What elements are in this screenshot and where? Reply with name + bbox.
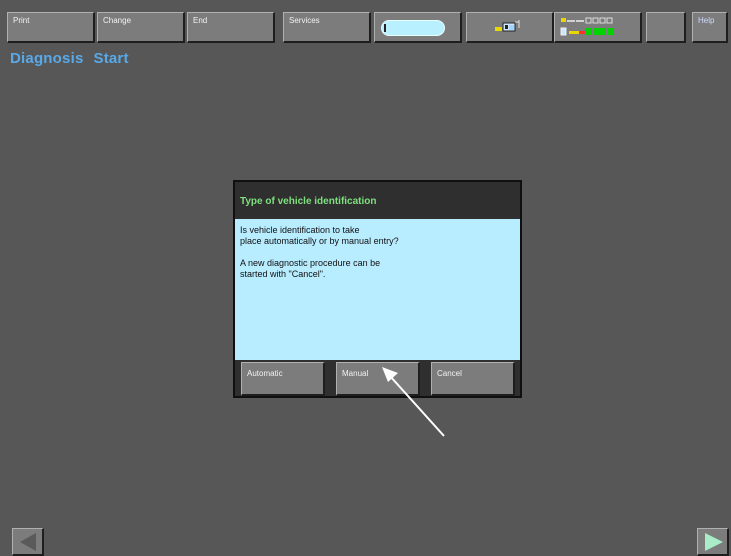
title-diagnosis: Diagnosis [10, 50, 84, 67]
connection-status-icon [495, 20, 520, 32]
print-button[interactable]: Print [7, 12, 95, 43]
connection-status [466, 12, 554, 43]
forward-button[interactable] [697, 528, 729, 556]
message-line-2: place automatically or by manual entry? [240, 236, 399, 246]
services-button[interactable]: Services [283, 12, 371, 43]
manual-button[interactable]: Manual [336, 362, 420, 396]
slot-indicator [374, 12, 462, 43]
vehicle-identification-dialog: Type of vehicle identification Is vehicl… [233, 180, 522, 398]
end-button[interactable]: End [187, 12, 275, 43]
page-title: Diagnosis Start [10, 50, 139, 67]
change-button[interactable]: Change [97, 12, 185, 43]
message-line-4: started with "Cancel". [240, 269, 326, 279]
dialog-message: Is vehicle identification to take place … [235, 219, 520, 360]
dialog-title: Type of vehicle identification [240, 196, 377, 207]
help-button[interactable]: Help [692, 12, 728, 43]
forward-arrow-icon [705, 533, 723, 551]
slot-indicator-icon [381, 20, 445, 36]
blank-button[interactable] [646, 12, 686, 43]
battery-status [554, 12, 642, 43]
message-line-3: A new diagnostic procedure can be [240, 258, 381, 268]
message-line-1: Is vehicle identification to take [240, 225, 360, 235]
automatic-button[interactable]: Automatic [241, 362, 325, 396]
back-arrow-icon [20, 533, 36, 551]
cancel-button[interactable]: Cancel [431, 362, 515, 396]
back-button[interactable] [12, 528, 44, 556]
battery-status-icon [560, 17, 613, 36]
title-start: Start [93, 50, 129, 67]
